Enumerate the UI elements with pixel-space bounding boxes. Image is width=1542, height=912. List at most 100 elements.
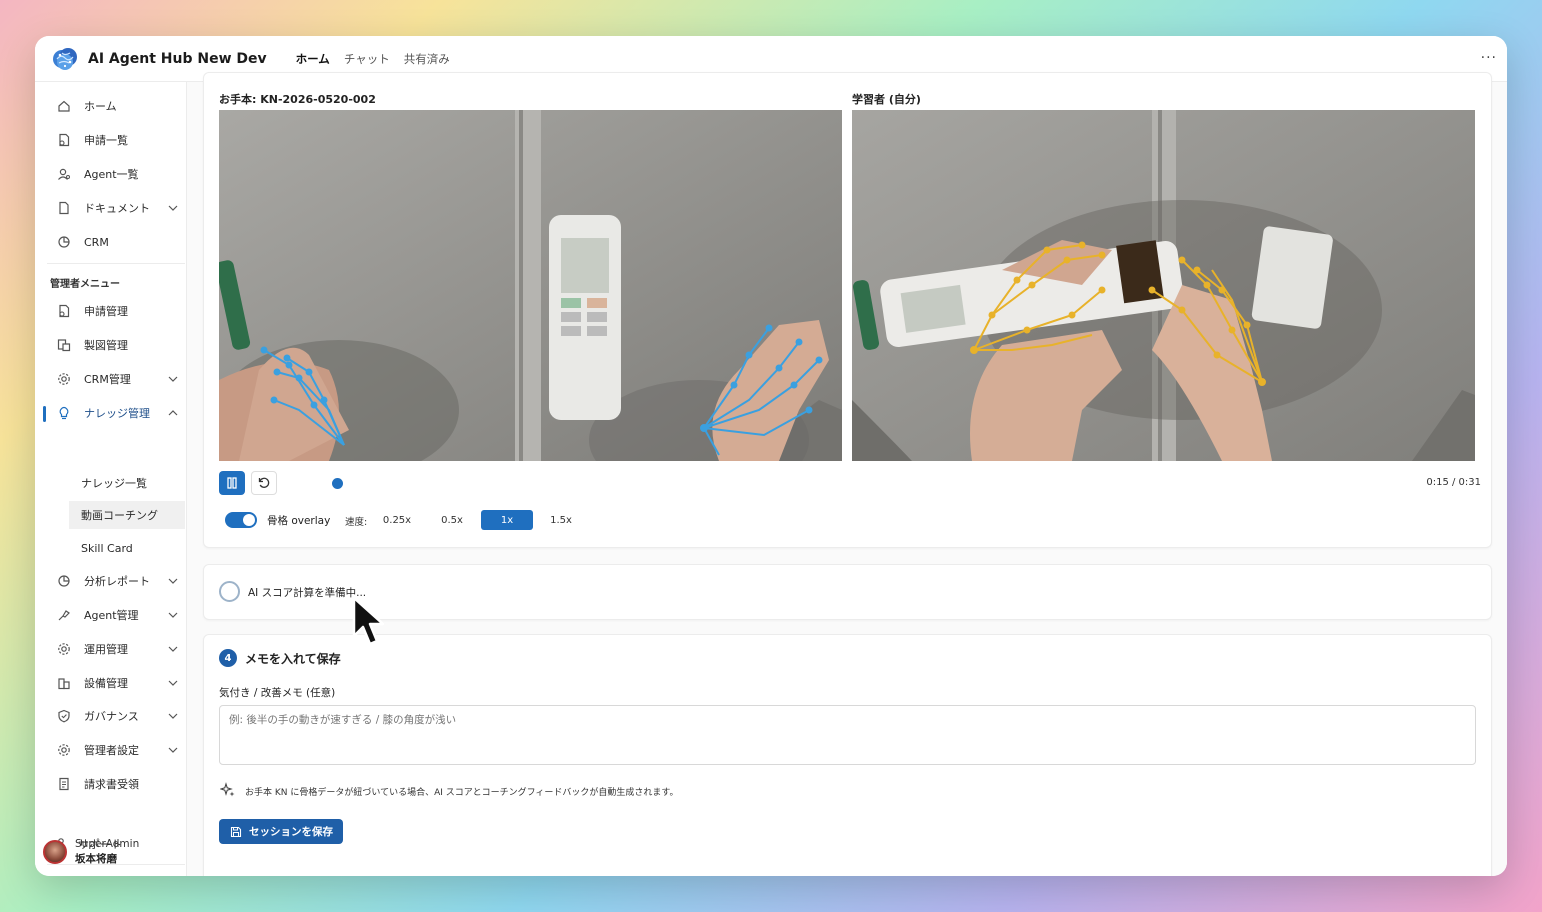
step-number-badge: 4 [219, 649, 237, 667]
pause-button[interactable] [219, 471, 245, 495]
chevron-down-icon [168, 646, 178, 652]
sidebar-divider [47, 263, 185, 264]
user-profile[interactable]: SuperAdmin 坂本将磨 [43, 837, 139, 867]
sidebar-subitem-skill-card[interactable]: Skill Card [69, 534, 185, 562]
report-icon [56, 573, 72, 589]
learner-video-frame [852, 110, 1475, 461]
sidebar-item-documents[interactable]: ドキュメント [47, 193, 185, 223]
sidebar-subitem-knowledge-list[interactable]: ナレッジ一覧 [69, 469, 185, 497]
drawing-icon [56, 337, 72, 353]
sidebar-item-analysis-report[interactable]: 分析レポート [47, 566, 185, 596]
building-icon [56, 675, 72, 691]
sidebar-item-crm-management[interactable]: CRM管理 [47, 364, 185, 394]
sidebar-item-label: CRM管理 [84, 373, 131, 386]
ai-score-status: AI スコア計算を準備中... [248, 587, 367, 599]
chevron-down-icon [168, 713, 178, 719]
brain-logo-icon [53, 47, 77, 70]
speed-1x-button[interactable]: 1x [481, 510, 533, 530]
request-icon [56, 303, 72, 319]
sidebar-item-requests[interactable]: 申請一覧 [47, 125, 185, 155]
sidebar: ホーム 申請一覧 Agent一覧 ドキュメント CRM 管理者メニュー 申請管理… [35, 82, 187, 876]
progress-track[interactable] [287, 483, 1477, 484]
sidebar-item-label: Agent一覧 [84, 168, 139, 181]
sidebar-item-label: Agent管理 [84, 609, 139, 622]
main-content: お手本: KN-2026-0520-002 学習者 (自分) 0:15 / 0:… [187, 72, 1507, 876]
loading-spinner-icon [219, 581, 240, 602]
reference-video-frame [219, 110, 842, 461]
sidebar-subitem-video-coaching[interactable]: 動画コーチング [69, 501, 185, 529]
gear-icon [56, 641, 72, 657]
gear-icon [56, 742, 72, 758]
chevron-down-icon [168, 578, 178, 584]
rotate-ccw-icon [258, 477, 270, 488]
auto-generate-hint: お手本 KN に骨格データが紐づいている場合、AI スコアとコーチングフィードバ… [245, 788, 679, 798]
sidebar-item-governance[interactable]: ガバナンス [47, 701, 185, 731]
sidebar-item-label: CRM [84, 235, 109, 249]
learner-video-label: 学習者 (自分) [852, 93, 921, 106]
speed-1.5x-button[interactable]: 1.5x [543, 510, 579, 530]
document-icon [56, 200, 72, 216]
chevron-up-icon [168, 410, 178, 416]
sidebar-subitem-label: Skill Card [81, 541, 133, 555]
sidebar-item-crm[interactable]: CRM [47, 227, 185, 257]
sidebar-item-admin-settings[interactable]: 管理者設定 [47, 735, 185, 765]
sidebar-item-drawing-management[interactable]: 製図管理 [47, 330, 185, 360]
speed-0.5x-button[interactable]: 0.5x [431, 510, 473, 530]
user-role: SuperAdmin [75, 838, 140, 850]
user-name: 坂本将磨 [75, 853, 117, 865]
chevron-down-icon [168, 747, 178, 753]
sidebar-item-agent-management[interactable]: Agent管理 [47, 600, 185, 630]
home-icon [56, 98, 72, 114]
selected-indicator [43, 406, 46, 422]
progress-thumb[interactable] [332, 478, 343, 489]
sidebar-item-facility[interactable]: 設備管理 [47, 668, 185, 698]
agent-manage-icon [56, 607, 72, 623]
sidebar-item-label: 申請管理 [84, 305, 128, 318]
sidebar-item-label: ドキュメント [84, 202, 150, 215]
sidebar-subitem-label: 動画コーチング [81, 509, 158, 522]
save-session-label: セッションを保存 [249, 826, 333, 838]
chevron-down-icon [168, 612, 178, 618]
reference-video-label: お手本: KN-2026-0520-002 [219, 93, 376, 106]
sidebar-item-request-management[interactable]: 申請管理 [47, 296, 185, 326]
restart-button[interactable] [251, 471, 277, 495]
sidebar-item-home[interactable]: ホーム [47, 91, 185, 121]
app-title: AI Agent Hub New Dev [88, 50, 267, 67]
gear-icon [56, 371, 72, 387]
crm-icon [56, 234, 72, 250]
sidebar-item-label: 管理者設定 [84, 744, 139, 757]
speed-label: 速度: [345, 517, 368, 528]
memo-field-label: 気付き / 改善メモ (任意) [219, 687, 336, 699]
sidebar-item-label: 運用管理 [84, 643, 128, 656]
chevron-down-icon [168, 680, 178, 686]
sidebar-item-agents[interactable]: Agent一覧 [47, 159, 185, 189]
learner-video[interactable] [852, 110, 1475, 461]
chevron-down-icon [168, 205, 178, 211]
sidebar-item-label: ナレッジ管理 [84, 407, 150, 420]
ai-score-card [203, 564, 1492, 620]
sidebar-item-label: 請求書受領 [84, 778, 139, 791]
pause-icon [227, 477, 237, 489]
reference-video[interactable] [219, 110, 842, 461]
chevron-down-icon [168, 376, 178, 382]
skeleton-overlay-toggle[interactable] [225, 512, 257, 528]
skeleton-overlay-label: 骨格 overlay [267, 515, 331, 527]
app-window: AI Agent Hub New Dev ホーム チャット 共有済み ··· ホ… [35, 36, 1507, 876]
shield-icon [56, 708, 72, 724]
sidebar-item-operations[interactable]: 運用管理 [47, 634, 185, 664]
agent-icon [56, 166, 72, 182]
request-icon [56, 132, 72, 148]
save-icon [230, 826, 242, 837]
sidebar-item-knowledge-management[interactable]: ナレッジ管理 [47, 398, 185, 428]
sidebar-item-invoice[interactable]: 請求書受領 [47, 769, 185, 799]
save-session-button[interactable]: セッションを保存 [219, 819, 343, 844]
sidebar-item-label: 製図管理 [84, 339, 128, 352]
memo-textarea[interactable] [219, 705, 1476, 765]
more-options-button[interactable]: ··· [1481, 50, 1497, 66]
speed-0.25x-button[interactable]: 0.25x [375, 510, 419, 530]
lightbulb-icon [56, 405, 72, 421]
admin-menu-heading: 管理者メニュー [50, 279, 120, 290]
memo-section-title: メモを入れて保存 [245, 652, 341, 666]
sidebar-item-label: 分析レポート [84, 575, 150, 588]
sidebar-item-label: ガバナンス [84, 710, 139, 723]
